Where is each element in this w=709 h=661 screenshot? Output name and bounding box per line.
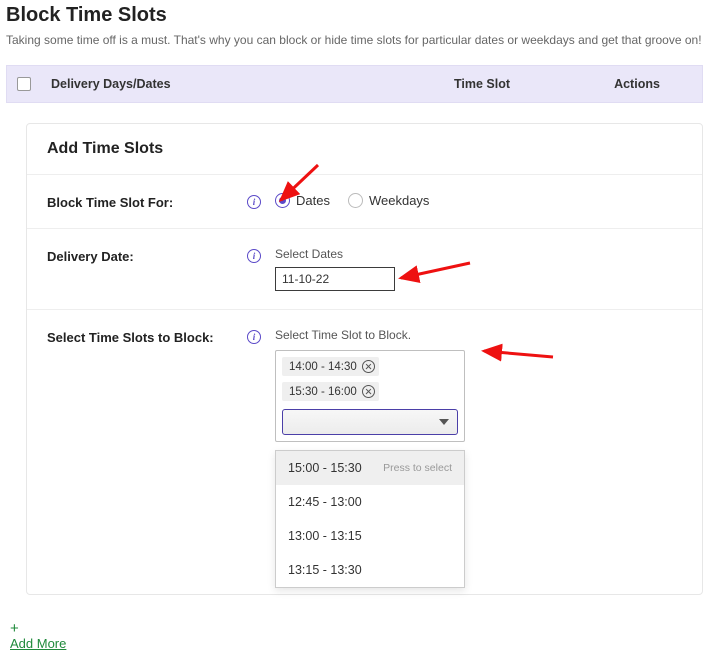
time-slot-multiselect[interactable]: 14:00 - 14:30 15:30 - 16:00: [275, 350, 465, 442]
block-for-label: Block Time Slot For:: [47, 193, 247, 210]
dropdown-option[interactable]: 12:45 - 13:00: [276, 485, 464, 519]
row-delivery-date: Delivery Date: Select Dates: [27, 229, 702, 310]
option-label: 12:45 - 13:00: [288, 495, 362, 509]
select-slots-label: Select Time Slots to Block:: [47, 328, 247, 345]
col-delivery-days: Delivery Days/Dates: [51, 77, 382, 91]
col-actions: Actions: [582, 77, 692, 91]
option-label: 13:00 - 13:15: [288, 529, 362, 543]
info-icon[interactable]: [247, 330, 261, 344]
page-subtitle: Taking some time off is a must. That's w…: [6, 33, 703, 47]
add-more-label: Add More: [10, 636, 66, 651]
row-select-slots: Select Time Slots to Block: Select Time …: [27, 310, 702, 594]
option-label: 15:00 - 15:30: [288, 461, 362, 475]
radio-dates[interactable]: Dates: [275, 193, 330, 208]
add-more-link[interactable]: + Add More: [10, 621, 703, 651]
card-title: Add Time Slots: [27, 124, 702, 175]
delivery-date-label: Delivery Date:: [47, 247, 247, 264]
add-time-slots-card: Add Time Slots Block Time Slot For: Date…: [26, 123, 703, 595]
chevron-down-icon: [439, 419, 449, 425]
row-block-for: Block Time Slot For: Dates Weekdays: [27, 175, 702, 229]
delivery-date-input[interactable]: [275, 267, 395, 291]
slot-dropdown: 15:00 - 15:30 Press to select 12:45 - 13…: [275, 450, 465, 588]
radio-dates-label: Dates: [296, 193, 330, 208]
slot-tag-label: 15:30 - 16:00: [289, 386, 357, 398]
press-to-select-hint: Press to select: [383, 462, 452, 474]
slot-tag-label: 14:00 - 14:30: [289, 361, 357, 373]
radio-weekdays-label: Weekdays: [369, 193, 429, 208]
remove-tag-icon[interactable]: [362, 385, 375, 398]
select-all-checkbox[interactable]: [17, 77, 31, 91]
slot-tag: 14:00 - 14:30: [282, 357, 379, 376]
info-icon[interactable]: [247, 249, 261, 263]
page-title: Block Time Slots: [6, 4, 703, 27]
table-header-row: Delivery Days/Dates Time Slot Actions: [6, 65, 703, 103]
col-time-slot: Time Slot: [382, 77, 582, 91]
dropdown-option[interactable]: 15:00 - 15:30 Press to select: [276, 451, 464, 485]
remove-tag-icon[interactable]: [362, 360, 375, 373]
plus-icon: +: [10, 621, 19, 636]
select-slot-hint: Select Time Slot to Block.: [275, 328, 465, 342]
select-dates-hint: Select Dates: [275, 247, 395, 261]
info-icon[interactable]: [247, 195, 261, 209]
dropdown-option[interactable]: 13:00 - 13:15: [276, 519, 464, 553]
radio-weekdays[interactable]: Weekdays: [348, 193, 429, 208]
slot-tag: 15:30 - 16:00: [282, 382, 379, 401]
dropdown-option[interactable]: 13:15 - 13:30: [276, 553, 464, 587]
slot-select-trigger[interactable]: [282, 409, 458, 435]
option-label: 13:15 - 13:30: [288, 563, 362, 577]
